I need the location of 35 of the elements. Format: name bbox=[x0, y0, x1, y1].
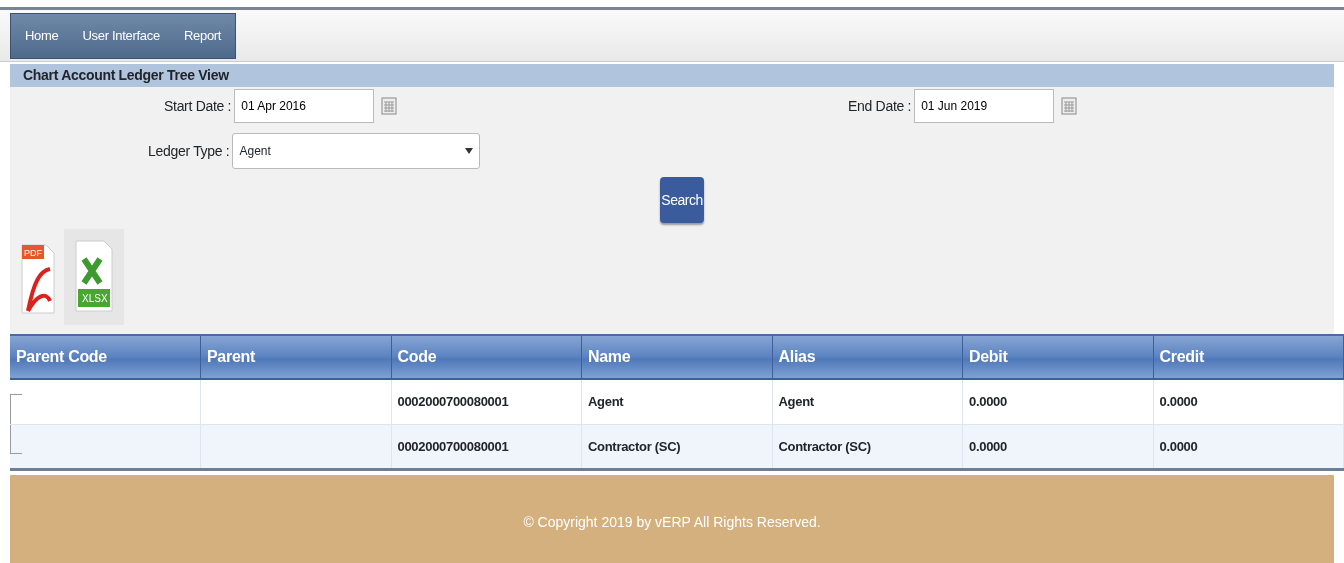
column-header: Debit bbox=[962, 335, 1153, 379]
field-label: Start Date : bbox=[164, 96, 232, 116]
field-label: End Date : bbox=[848, 96, 912, 116]
table-cell: 0.0000 bbox=[1159, 438, 1198, 454]
table-cell: Contractor (SC) bbox=[778, 438, 871, 454]
column-header: Parent Code bbox=[10, 335, 201, 379]
column-header: Parent bbox=[200, 335, 391, 379]
field-label: Ledger Type : bbox=[148, 141, 230, 161]
table-cell: 0002000700080001 bbox=[397, 438, 509, 454]
table-cell: 0.0000 bbox=[969, 394, 1007, 410]
column-header: Code bbox=[391, 335, 582, 379]
table-cell: Agent bbox=[778, 394, 814, 410]
caret-icon bbox=[465, 148, 474, 154]
search-button[interactable]: Search bbox=[660, 177, 704, 223]
menu-item[interactable]: Home bbox=[25, 26, 59, 46]
column-header: Credit bbox=[1153, 335, 1344, 379]
table-cell: Agent bbox=[588, 394, 624, 410]
excel-icon[interactable]: XLSX bbox=[64, 229, 124, 325]
copyright-text: © Copyright 2019 by vERP All Rights Reserved. bbox=[10, 475, 1334, 563]
table-cell: 0.0000 bbox=[1159, 394, 1198, 410]
ledger-type-dropdown[interactable]: Agent bbox=[232, 133, 481, 169]
column-header: Name bbox=[581, 335, 772, 379]
tree-connector-icon bbox=[10, 424, 22, 454]
column-header: Alias bbox=[772, 335, 963, 379]
table-cell: 0002000700080001 bbox=[397, 394, 509, 410]
calendar-icon[interactable] bbox=[381, 97, 398, 115]
date-field[interactable]: 01 Apr 2016 bbox=[234, 89, 375, 123]
tree-connector-icon bbox=[10, 394, 22, 424]
table-cell: 0.0000 bbox=[969, 438, 1007, 454]
menu-item[interactable]: Report bbox=[183, 26, 222, 46]
date-field[interactable]: 01 Jun 2019 bbox=[914, 89, 1055, 123]
page-title: Chart Account Ledger Tree View bbox=[10, 64, 1334, 87]
calendar-icon[interactable] bbox=[1061, 97, 1078, 115]
menu-item[interactable]: User Interface bbox=[82, 26, 160, 46]
table-cell: Contractor (SC) bbox=[588, 438, 681, 454]
